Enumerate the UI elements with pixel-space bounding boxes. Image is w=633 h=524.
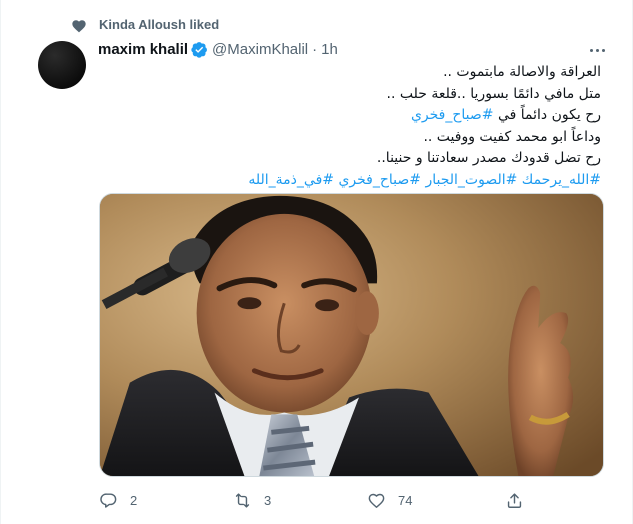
like-icon xyxy=(368,493,385,508)
author-handle[interactable]: @MaximKhalil xyxy=(212,41,308,58)
tweet-actions: 2 3 74 xyxy=(99,487,529,513)
more-icon xyxy=(589,48,593,52)
tweet-line: وداعاً ابو محمد كفيت ووفيت .. xyxy=(423,128,601,145)
singer-photo xyxy=(100,194,603,476)
more-options-button[interactable] xyxy=(585,40,609,60)
like-count: 74 xyxy=(398,492,413,508)
hashtag-links[interactable]: #الله_يرحمك #الصوت_الجبار #صباح_فخري #في… xyxy=(101,170,601,192)
tweet-line: رح يكون دائماً في #صباح_فخري xyxy=(101,105,601,127)
tweet-text: العراقة والاصالة مابتموت .. متل مافي دائ… xyxy=(101,62,601,191)
tweet-line: رح تضل قدودك مصدر سعادتنا و حنينا.. xyxy=(376,150,601,166)
reply-icon xyxy=(100,492,117,508)
share-button[interactable] xyxy=(505,487,524,513)
social-context-text[interactable]: Kinda Alloush liked xyxy=(99,17,219,32)
tweet-line: العراقة والاصالة مابتموت .. xyxy=(443,64,601,80)
share-icon xyxy=(507,492,522,508)
display-name[interactable]: maxim khalil xyxy=(98,41,188,58)
verified-badge-icon xyxy=(191,41,207,58)
like-button[interactable]: 74 xyxy=(367,487,412,513)
avatar[interactable] xyxy=(38,41,86,89)
retweet-count: 3 xyxy=(264,492,272,508)
tweet-header: maxim khalil @MaximKhalil · 1h xyxy=(98,39,338,59)
tweet-card[interactable]: Kinda Alloush liked maxim khalil @MaximK… xyxy=(0,0,633,524)
tweet-line-text: رح يكون دائماً في xyxy=(493,107,601,123)
retweet-icon xyxy=(235,492,250,508)
tweet-line: متل مافي دائمًا بسوريا ..قلعة حلب .. xyxy=(386,85,602,102)
hashtag-link[interactable]: #صباح_فخري xyxy=(411,107,494,123)
tweet-timestamp[interactable]: 1h xyxy=(321,41,338,58)
separator-dot: · xyxy=(312,40,318,58)
reply-count: 2 xyxy=(130,492,138,508)
reply-button[interactable]: 2 xyxy=(99,487,137,513)
retweet-button[interactable]: 3 xyxy=(233,487,271,513)
heart-icon xyxy=(72,20,86,33)
tweet-photo[interactable] xyxy=(99,193,604,477)
